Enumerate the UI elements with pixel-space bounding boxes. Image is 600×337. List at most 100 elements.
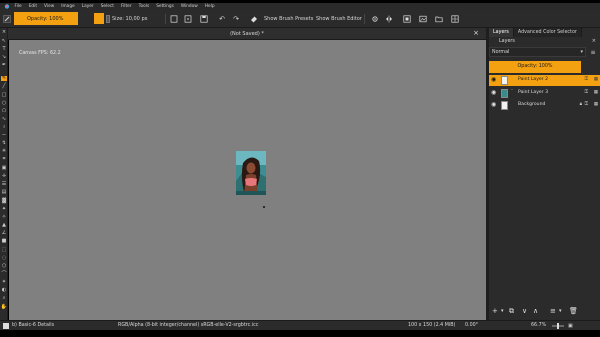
smart-patch-tool-icon[interactable]: ✧ [1, 215, 7, 220]
new-document-icon[interactable] [170, 15, 178, 23]
layer-opacity-slider[interactable]: Opacity: 100% [489, 61, 581, 73]
alpha-lock-icon[interactable]: ▦ [594, 102, 598, 108]
freehand-path-tool-icon[interactable]: ∽ [1, 133, 7, 138]
menu-filter[interactable]: Filter [118, 4, 134, 9]
redo-icon[interactable]: ↷ [232, 15, 240, 23]
contiguous-select-tool-icon[interactable]: ✶ [1, 280, 7, 285]
visibility-eye-icon[interactable]: ◉ [491, 102, 496, 108]
canvas-area[interactable]: Canvas FPS: 62.2 [9, 40, 486, 320]
move-tool-icon[interactable]: ✛ [1, 174, 7, 179]
save-icon[interactable] [200, 15, 208, 23]
document-tab[interactable]: (Not Saved) * × [8, 28, 486, 40]
select-shapes-tool-icon[interactable]: ↖ [1, 39, 7, 44]
transform-tool-icon[interactable]: ▣ [1, 166, 7, 171]
rectangle-tool-icon[interactable]: □ [1, 93, 7, 98]
layer-name[interactable]: Paint Layer 2 [518, 77, 548, 82]
menu-image[interactable]: Image [59, 4, 77, 9]
dynamic-brush-tool-icon[interactable]: ↯ [1, 141, 7, 146]
color-picker-tool-icon[interactable]: ✦ [1, 207, 7, 212]
line-tool-icon[interactable]: ╱ [1, 84, 7, 89]
visibility-eye-icon[interactable]: ◉ [491, 90, 496, 96]
close-document-icon[interactable]: × [473, 30, 479, 37]
freehand-brush-tool-icon[interactable]: ✎ [1, 76, 7, 81]
fill-tool-icon[interactable]: ▓ [1, 199, 7, 204]
brush-preset-icon[interactable] [3, 15, 11, 23]
move-layer-down-icon[interactable]: ∨ [522, 307, 527, 315]
show-brush-presets-button[interactable]: Show Brush Presets [264, 15, 313, 23]
mirror-horizontal-icon[interactable] [385, 15, 393, 23]
layer-expand-icon[interactable]: ˇ [511, 89, 513, 94]
close-docker-icon[interactable]: × [1, 30, 7, 35]
menu-select[interactable]: Select [98, 4, 116, 9]
undo-icon[interactable]: ↶ [218, 15, 226, 23]
polygon-select-tool-icon[interactable]: ⬡ [1, 264, 7, 269]
view-mode-icon[interactable]: ▣ [568, 323, 573, 329]
menu-settings[interactable]: Settings [154, 4, 177, 9]
tab-layers[interactable]: Layers [489, 28, 514, 37]
add-layer-icon[interactable]: + [492, 307, 498, 315]
open-document-icon[interactable] [184, 15, 192, 23]
ellipse-tool-icon[interactable]: ○ [1, 101, 7, 106]
layer-row[interactable]: ◉ Paint Layer 2 ⚿ ▦ [489, 75, 600, 86]
layer-lock-icon[interactable]: ⚿ [585, 102, 588, 108]
add-layer-menu-icon[interactable]: ▾ [501, 307, 504, 315]
hand-tool-icon[interactable]: ✋ [1, 305, 7, 310]
size-field[interactable]: Size: 10,00 px [106, 14, 161, 24]
alpha-lock-icon[interactable]: ▦ [594, 77, 598, 83]
crop-tool-icon[interactable]: ⌗ [1, 157, 7, 162]
polyline-tool-icon[interactable]: ∿ [1, 117, 7, 122]
opacity-field[interactable]: Opacity: 100% [14, 12, 78, 25]
menu-window[interactable]: Window [178, 4, 200, 9]
wrap-around-icon[interactable] [403, 15, 411, 23]
menu-edit[interactable]: Edit [26, 4, 39, 9]
show-brush-editor-button[interactable]: Show Brush Editor [316, 15, 362, 23]
edit-shapes-tool-icon[interactable]: ↘ [1, 55, 7, 60]
text-tool-icon[interactable]: T [1, 47, 7, 52]
layer-row[interactable]: ◉ Background 🔒︎ ⚿ ▦ [489, 100, 600, 111]
delete-layer-icon[interactable]: 🗑︎ [569, 307, 578, 315]
lock-icon[interactable]: 🔒︎ [580, 102, 582, 108]
multibrush-tool-icon[interactable]: ✳ [1, 149, 7, 154]
similar-select-tool-icon[interactable]: ◐ [1, 288, 7, 293]
eraser-mode-icon[interactable] [250, 15, 258, 23]
zoom-slider-handle[interactable] [557, 323, 559, 329]
alpha-lock-icon[interactable]: ▦ [594, 90, 598, 96]
layer-name[interactable]: Paint Layer 3 [518, 90, 548, 95]
duplicate-layer-icon[interactable]: ⧉ [509, 307, 514, 315]
folder-icon[interactable] [435, 15, 443, 23]
brush-thumbnail[interactable] [3, 323, 9, 329]
settings-gear-icon[interactable] [371, 15, 379, 23]
menu-help[interactable]: Help [202, 4, 217, 9]
properties-menu-icon[interactable]: ▾ [559, 307, 562, 315]
layer-lock-icon[interactable]: ⚿ [585, 77, 588, 83]
panel-close-icon[interactable]: × [592, 38, 596, 44]
assistant-tool-icon[interactable]: ▲ [1, 223, 7, 228]
visibility-eye-icon[interactable]: ◉ [491, 77, 496, 83]
rect-select-tool-icon[interactable]: ⬚ [1, 248, 7, 253]
image-reference-icon[interactable] [419, 15, 427, 23]
polygon-tool-icon[interactable]: ⬠ [1, 109, 7, 114]
reference-tool-icon[interactable]: ■ [1, 239, 7, 244]
gradient-tool-icon[interactable]: ▤ [1, 190, 7, 195]
tab-advanced-color-selector[interactable]: Advanced Color Selector [513, 28, 582, 37]
workspace-icon[interactable] [451, 15, 459, 23]
zoom-tool-icon[interactable]: ⌕ [1, 296, 7, 301]
move-layer-up-icon[interactable]: ∧ [533, 307, 538, 315]
pan-tool-icon[interactable]: ☰ [1, 182, 7, 187]
menu-layer[interactable]: Layer [79, 4, 96, 9]
foreground-color-swatch[interactable] [94, 13, 104, 24]
measure-tool-icon[interactable]: ∠ [1, 231, 7, 236]
document-image[interactable] [236, 151, 266, 195]
ellipse-select-tool-icon[interactable]: ◌ [1, 256, 7, 261]
blend-mode-select[interactable]: Normal ▾ [489, 47, 586, 57]
menu-view[interactable]: View [42, 4, 57, 9]
layer-filter-icon[interactable]: ≡ [589, 49, 597, 56]
layer-row[interactable]: ◉ ˇ Paint Layer 3 ⚿ ▦ [489, 88, 600, 99]
layer-properties-icon[interactable]: ≡ [550, 307, 556, 315]
menu-file[interactable]: File [12, 4, 24, 9]
freehand-select-tool-icon[interactable]: ⌒ [1, 272, 7, 277]
calligraphy-tool-icon[interactable]: ✒ [1, 63, 7, 68]
bezier-tool-icon[interactable]: ≀ [1, 125, 7, 130]
layer-lock-icon[interactable]: ⚿ [585, 90, 588, 96]
menu-tools[interactable]: Tools [136, 4, 152, 9]
